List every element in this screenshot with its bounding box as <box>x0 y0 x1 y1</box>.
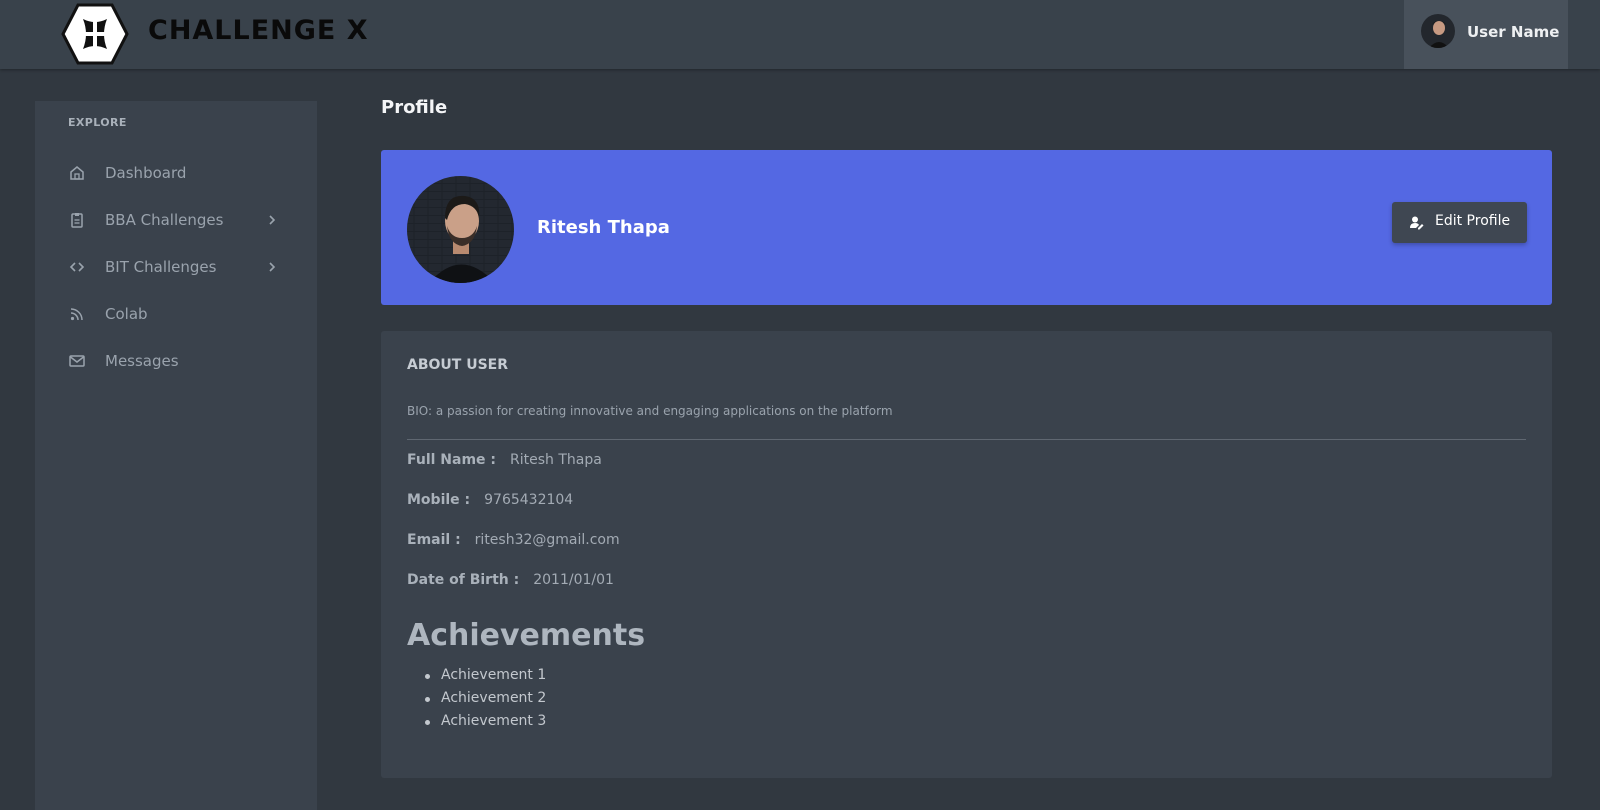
field-label: Full Name : <box>407 452 497 468</box>
divider <box>407 439 1526 440</box>
list-item: Achievement 3 <box>425 713 546 736</box>
user-avatar <box>1421 14 1455 48</box>
field-value: 2011/01/01 <box>533 572 614 588</box>
clipboard-icon <box>71 213 83 228</box>
achievements-list: Achievement 1 Achievement 2 Achievement … <box>425 667 546 736</box>
about-title: ABOUT USER <box>407 357 508 373</box>
mail-icon <box>69 355 85 367</box>
profile-name: Ritesh Thapa <box>537 217 670 238</box>
field-value: 9765432104 <box>484 492 574 508</box>
top-navbar: CHALLENGE X User Name <box>0 0 1600 69</box>
sidebar: EXPLORE Dashboard BBA Challenges BIT Cha… <box>35 101 317 810</box>
about-user-card: ABOUT USER BIO: a passion for creating i… <box>381 331 1552 778</box>
list-item: Achievement 2 <box>425 690 546 713</box>
user-edit-icon <box>1410 216 1424 230</box>
info-full-name: Full Name : Ritesh Thapa <box>407 452 602 468</box>
profile-avatar-image <box>407 176 514 283</box>
field-label: Date of Birth : <box>407 572 520 588</box>
field-label: Mobile : <box>407 492 471 508</box>
field-label: Email : <box>407 532 461 548</box>
sidebar-item-messages[interactable]: Messages <box>35 342 317 382</box>
rss-icon <box>70 308 83 321</box>
field-value: Ritesh Thapa <box>510 452 602 468</box>
chevron-right-icon <box>269 262 276 272</box>
sidebar-item-label: Messages <box>105 352 179 370</box>
profile-avatar <box>407 176 514 283</box>
info-email: Email : ritesh32@gmail.com <box>407 532 620 548</box>
edit-profile-button[interactable]: Edit Profile <box>1392 202 1527 243</box>
info-mobile: Mobile : 9765432104 <box>407 492 573 508</box>
user-menu[interactable]: User Name <box>1404 0 1568 69</box>
hexagon-cross-logo-icon[interactable] <box>61 3 129 65</box>
sidebar-item-colab[interactable]: Colab <box>35 295 317 335</box>
home-icon <box>70 166 84 180</box>
sidebar-item-bit-challenges[interactable]: BIT Challenges <box>35 248 317 288</box>
sidebar-section-label: EXPLORE <box>68 116 127 129</box>
field-value: ritesh32@gmail.com <box>474 532 620 548</box>
info-date-of-birth: Date of Birth : 2011/01/01 <box>407 572 614 588</box>
sidebar-item-label: BBA Challenges <box>105 211 224 229</box>
edit-profile-label: Edit Profile <box>1435 213 1511 229</box>
chevron-right-icon <box>269 215 276 225</box>
profile-header-card: Ritesh Thapa Edit Profile <box>381 150 1552 305</box>
user-avatar-image <box>1421 14 1455 48</box>
code-icon <box>69 262 85 272</box>
list-item: Achievement 1 <box>425 667 546 690</box>
sidebar-item-dashboard[interactable]: Dashboard <box>35 154 317 194</box>
sidebar-item-label: Dashboard <box>105 164 187 182</box>
page-title: Profile <box>381 97 448 118</box>
user-name: User Name <box>1467 23 1560 41</box>
achievements-heading: Achievements <box>407 618 646 653</box>
user-bio: BIO: a passion for creating innovative a… <box>407 404 893 418</box>
app-title: CHALLENGE X <box>148 15 369 46</box>
sidebar-item-bba-challenges[interactable]: BBA Challenges <box>35 201 317 241</box>
sidebar-item-label: Colab <box>105 305 148 323</box>
sidebar-item-label: BIT Challenges <box>105 258 217 276</box>
